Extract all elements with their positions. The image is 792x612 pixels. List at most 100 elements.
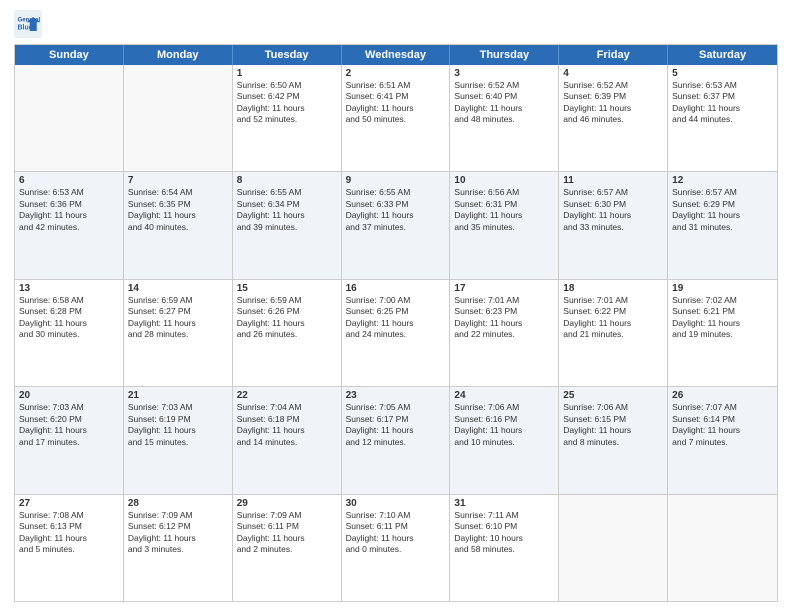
calendar-cell: 12Sunrise: 6:57 AMSunset: 6:29 PMDayligh… <box>668 172 777 278</box>
cell-info-line: Sunset: 6:22 PM <box>563 306 663 317</box>
calendar-cell: 7Sunrise: 6:54 AMSunset: 6:35 PMDaylight… <box>124 172 233 278</box>
cell-info-line: and 37 minutes. <box>346 222 446 233</box>
cell-info-line: Daylight: 11 hours <box>454 103 554 114</box>
calendar-cell: 26Sunrise: 7:07 AMSunset: 6:14 PMDayligh… <box>668 387 777 493</box>
cell-info-line: and 21 minutes. <box>563 329 663 340</box>
cell-info-line: Daylight: 11 hours <box>237 103 337 114</box>
calendar-cell: 24Sunrise: 7:06 AMSunset: 6:16 PMDayligh… <box>450 387 559 493</box>
day-number: 20 <box>19 390 119 401</box>
cell-info-line: and 3 minutes. <box>128 544 228 555</box>
cell-info-line: Sunrise: 7:07 AM <box>672 402 773 413</box>
cell-info-line: Daylight: 11 hours <box>237 425 337 436</box>
logo-icon: General Blue <box>14 10 42 38</box>
calendar: SundayMondayTuesdayWednesdayThursdayFrid… <box>14 44 778 602</box>
day-number: 21 <box>128 390 228 401</box>
cell-info-line: and 44 minutes. <box>672 114 773 125</box>
cell-info-line: and 40 minutes. <box>128 222 228 233</box>
cell-info-line: and 58 minutes. <box>454 544 554 555</box>
day-number: 8 <box>237 175 337 186</box>
day-number: 27 <box>19 498 119 509</box>
cell-info-line: Sunset: 6:27 PM <box>128 306 228 317</box>
cell-info-line: Daylight: 11 hours <box>128 210 228 221</box>
cell-info-line: Sunrise: 7:04 AM <box>237 402 337 413</box>
cell-info-line: Daylight: 11 hours <box>563 103 663 114</box>
day-number: 13 <box>19 283 119 294</box>
cell-info-line: Daylight: 11 hours <box>346 103 446 114</box>
day-number: 18 <box>563 283 663 294</box>
cell-info-line: and 26 minutes. <box>237 329 337 340</box>
cell-info-line: Daylight: 11 hours <box>563 318 663 329</box>
day-number: 2 <box>346 68 446 79</box>
cell-info-line: Sunrise: 7:01 AM <box>454 295 554 306</box>
cell-info-line: Sunrise: 7:09 AM <box>128 510 228 521</box>
empty-cell <box>559 495 668 601</box>
calendar-cell: 20Sunrise: 7:03 AMSunset: 6:20 PMDayligh… <box>15 387 124 493</box>
day-number: 28 <box>128 498 228 509</box>
cell-info-line: Sunset: 6:26 PM <box>237 306 337 317</box>
day-number: 7 <box>128 175 228 186</box>
cell-info-line: Sunset: 6:11 PM <box>237 521 337 532</box>
cell-info-line: and 19 minutes. <box>672 329 773 340</box>
day-number: 1 <box>237 68 337 79</box>
cell-info-line: Sunrise: 6:56 AM <box>454 187 554 198</box>
cell-info-line: Sunset: 6:21 PM <box>672 306 773 317</box>
cell-info-line: Sunset: 6:41 PM <box>346 91 446 102</box>
calendar-cell: 6Sunrise: 6:53 AMSunset: 6:36 PMDaylight… <box>15 172 124 278</box>
cell-info-line: Sunrise: 6:58 AM <box>19 295 119 306</box>
day-number: 4 <box>563 68 663 79</box>
day-number: 24 <box>454 390 554 401</box>
day-number: 6 <box>19 175 119 186</box>
cell-info-line: Sunrise: 7:06 AM <box>563 402 663 413</box>
cell-info-line: Sunset: 6:16 PM <box>454 414 554 425</box>
calendar-cell: 1Sunrise: 6:50 AMSunset: 6:42 PMDaylight… <box>233 65 342 171</box>
cell-info-line: Sunset: 6:10 PM <box>454 521 554 532</box>
cell-info-line: Daylight: 11 hours <box>563 210 663 221</box>
cell-info-line: Sunrise: 6:57 AM <box>563 187 663 198</box>
calendar-cell: 29Sunrise: 7:09 AMSunset: 6:11 PMDayligh… <box>233 495 342 601</box>
cell-info-line: Sunrise: 7:05 AM <box>346 402 446 413</box>
cell-info-line: Sunrise: 7:03 AM <box>19 402 119 413</box>
cell-info-line: and 30 minutes. <box>19 329 119 340</box>
cell-info-line: Sunrise: 6:55 AM <box>237 187 337 198</box>
weekday-header: Tuesday <box>233 45 342 65</box>
cell-info-line: and 42 minutes. <box>19 222 119 233</box>
weekday-header: Saturday <box>668 45 777 65</box>
cell-info-line: Sunset: 6:40 PM <box>454 91 554 102</box>
cell-info-line: Sunset: 6:31 PM <box>454 199 554 210</box>
cell-info-line: Sunset: 6:19 PM <box>128 414 228 425</box>
cell-info-line: Sunset: 6:35 PM <box>128 199 228 210</box>
day-number: 31 <box>454 498 554 509</box>
cell-info-line: Sunset: 6:30 PM <box>563 199 663 210</box>
cell-info-line: and 50 minutes. <box>346 114 446 125</box>
cell-info-line: Daylight: 11 hours <box>454 318 554 329</box>
calendar-row: 1Sunrise: 6:50 AMSunset: 6:42 PMDaylight… <box>15 65 777 171</box>
cell-info-line: and 10 minutes. <box>454 437 554 448</box>
weekday-header: Wednesday <box>342 45 451 65</box>
cell-info-line: Daylight: 11 hours <box>237 210 337 221</box>
cell-info-line: Sunset: 6:37 PM <box>672 91 773 102</box>
cell-info-line: Sunrise: 7:08 AM <box>19 510 119 521</box>
cell-info-line: Daylight: 11 hours <box>237 533 337 544</box>
cell-info-line: and 5 minutes. <box>19 544 119 555</box>
cell-info-line: Sunset: 6:17 PM <box>346 414 446 425</box>
cell-info-line: Sunrise: 6:59 AM <box>237 295 337 306</box>
day-number: 17 <box>454 283 554 294</box>
cell-info-line: Daylight: 11 hours <box>672 425 773 436</box>
cell-info-line: Daylight: 11 hours <box>346 425 446 436</box>
cell-info-line: and 17 minutes. <box>19 437 119 448</box>
cell-info-line: Sunrise: 6:57 AM <box>672 187 773 198</box>
cell-info-line: Daylight: 11 hours <box>19 210 119 221</box>
calendar-cell: 23Sunrise: 7:05 AMSunset: 6:17 PMDayligh… <box>342 387 451 493</box>
cell-info-line: Sunrise: 6:52 AM <box>454 80 554 91</box>
calendar-cell: 9Sunrise: 6:55 AMSunset: 6:33 PMDaylight… <box>342 172 451 278</box>
calendar-row: 20Sunrise: 7:03 AMSunset: 6:20 PMDayligh… <box>15 386 777 493</box>
cell-info-line: Daylight: 11 hours <box>19 425 119 436</box>
cell-info-line: and 7 minutes. <box>672 437 773 448</box>
cell-info-line: Daylight: 11 hours <box>237 318 337 329</box>
day-number: 16 <box>346 283 446 294</box>
day-number: 3 <box>454 68 554 79</box>
cell-info-line: and 12 minutes. <box>346 437 446 448</box>
cell-info-line: Daylight: 11 hours <box>672 210 773 221</box>
cell-info-line: Sunrise: 7:00 AM <box>346 295 446 306</box>
day-number: 26 <box>672 390 773 401</box>
